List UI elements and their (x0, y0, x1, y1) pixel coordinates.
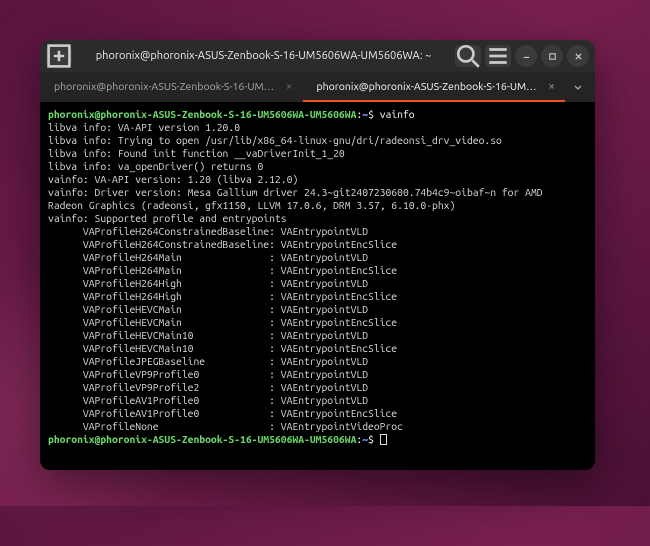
output-line: VAProfileHEVCMain : VAEntrypointEncSlice (48, 316, 397, 328)
window-title: phoronix@phoronix-ASUS-Zenbook-S-16-UM56… (76, 50, 451, 62)
tab-close-icon[interactable]: × (548, 80, 555, 93)
tabs-dropdown[interactable] (565, 72, 591, 102)
output-line: vainfo: Driver version: Mesa Gallium dri… (48, 186, 543, 198)
output-line: VAProfileH264Main : VAEntrypointVLD (48, 251, 368, 263)
prompt-user-host: phoronix@phoronix-ASUS-Zenbook-S-16-UM56… (48, 433, 356, 445)
titlebar: phoronix@phoronix-ASUS-Zenbook-S-16-UM56… (40, 40, 595, 72)
output-line: VAProfileJPEGBaseline : VAEntrypointVLD (48, 355, 368, 367)
new-tab-button[interactable] (46, 45, 72, 67)
output-line: VAProfileH264High : VAEntrypointEncSlice (48, 290, 397, 302)
output-line: VAProfileH264Main : VAEntrypointEncSlice (48, 264, 397, 276)
output-line: libva info: Found init function __vaDriv… (48, 147, 345, 159)
output-line: VAProfileHEVCMain10 : VAEntrypointEncSli… (48, 342, 397, 354)
tab-2[interactable]: phoronix@phoronix-ASUS-Zenbook-S-16-UM56… (303, 72, 566, 102)
tab-1[interactable]: phoronix@phoronix-ASUS-Zenbook-S-16-UM56… (40, 72, 303, 102)
output-line: libva info: va_openDriver() returns 0 (48, 160, 263, 172)
output-line: libva info: Trying to open /usr/lib/x86_… (48, 134, 502, 146)
menu-button[interactable] (485, 45, 511, 67)
chevron-down-icon (573, 82, 583, 92)
prompt-dollar: $ (368, 433, 374, 445)
prompt-dollar: $ (368, 108, 374, 120)
output-line: libva info: VA-API version 1.20.0 (48, 121, 240, 133)
search-button[interactable] (455, 45, 481, 67)
minimize-icon (522, 52, 531, 61)
search-icon (455, 43, 481, 69)
output-line: VAProfileH264ConstrainedBaseline: VAEntr… (48, 225, 368, 237)
close-icon (574, 52, 583, 61)
terminal-window: phoronix@phoronix-ASUS-Zenbook-S-16-UM56… (40, 40, 595, 470)
output-line: VAProfileHEVCMain : VAEntrypointVLD (48, 303, 368, 315)
hamburger-icon (485, 43, 511, 69)
cursor (380, 434, 387, 445)
tab-close-icon[interactable]: × (286, 80, 293, 93)
output-line: VAProfileAV1Profile0 : VAEntrypointEncSl… (48, 407, 397, 419)
command: vainfo (380, 108, 415, 120)
output-line: VAProfileHEVCMain10 : VAEntrypointVLD (48, 329, 368, 341)
output-line: Radeon Graphics (radeonsi, gfx1150, LLVM… (48, 199, 455, 211)
output-line: VAProfileVP9Profile2 : VAEntrypointVLD (48, 381, 368, 393)
terminal-output[interactable]: phoronix@phoronix-ASUS-Zenbook-S-16-UM56… (40, 102, 595, 470)
prompt-user-host: phoronix@phoronix-ASUS-Zenbook-S-16-UM56… (48, 108, 356, 120)
output-line: VAProfileVP9Profile0 : VAEntrypointVLD (48, 368, 368, 380)
output-line: vainfo: Supported profile and entrypoint… (48, 212, 287, 224)
output-line: VAProfileH264ConstrainedBaseline: VAEntr… (48, 238, 397, 250)
tab-label: phoronix@phoronix-ASUS-Zenbook-S-16-UM56… (54, 80, 280, 92)
minimize-button[interactable] (515, 45, 537, 67)
tabbar: phoronix@phoronix-ASUS-Zenbook-S-16-UM56… (40, 72, 595, 102)
output-line: VAProfileAV1Profile0 : VAEntrypointVLD (48, 394, 368, 406)
maximize-button[interactable] (541, 45, 563, 67)
new-tab-icon (46, 43, 72, 69)
output-line: vainfo: VA-API version: 1.20 (libva 2.12… (48, 173, 298, 185)
close-button[interactable] (567, 45, 589, 67)
maximize-icon (548, 52, 557, 61)
output-line: VAProfileH264High : VAEntrypointVLD (48, 277, 368, 289)
tab-label: phoronix@phoronix-ASUS-Zenbook-S-16-UM56… (317, 80, 543, 92)
output-line: VAProfileNone : VAEntrypointVideoProc (48, 420, 403, 432)
